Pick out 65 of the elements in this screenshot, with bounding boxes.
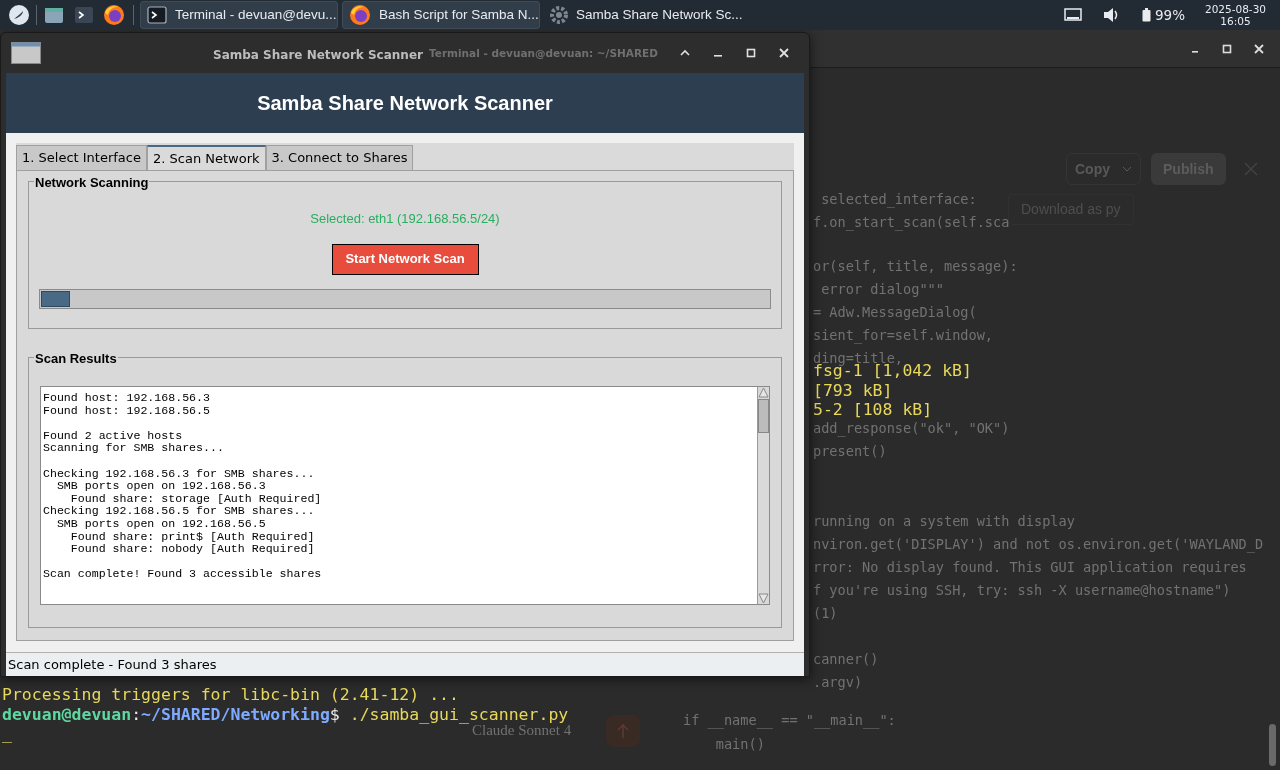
window-title: Samba Share Network Scanner (213, 47, 423, 64)
terminal-icon[interactable] (74, 6, 94, 24)
clock-time[interactable]: 16:05 (1220, 15, 1251, 27)
log-line: Scan complete! Found 3 accessible shares (43, 568, 322, 581)
code-line: sient_for=self.window, (813, 326, 994, 346)
log-line: Found 2 active hosts (43, 429, 183, 443)
scrollbar-thumb[interactable] (758, 399, 769, 433)
terminal-icon (147, 6, 167, 24)
tab[interactable]: 1. Select Interface (16, 145, 147, 170)
terminal-line: devuan@devuan:~/SHARED/Networking$ ./samba_gui_scanner.py (2, 704, 569, 724)
terminal-line: Processing triggers for libc-bin (2.41-12) ... (2, 685, 459, 705)
tab[interactable]: 2. Scan Network (147, 145, 266, 170)
app-title: Samba Share Network Scanner (257, 91, 553, 116)
battery-icon[interactable] (1141, 8, 1151, 22)
volume-icon[interactable] (1101, 7, 1120, 23)
code-line: canner() (813, 650, 879, 669)
code-line: present() (813, 442, 887, 461)
code-line: running on a system with display (813, 512, 1075, 531)
code-line: .argv) (813, 673, 863, 692)
log-line: Found share: nobody [Auth Required] (69, 543, 315, 556)
code-line: or(self, title, message): (813, 257, 1018, 276)
start-scan-button[interactable]: Start Network Scan (331, 243, 479, 275)
code-line: rror: No display found. This GUI application requires (813, 558, 1247, 577)
log-line: Found share: storage [Auth Required] (69, 492, 322, 506)
clock-date[interactable]: 2025-08-30 (1204, 3, 1266, 15)
log-line: Checking 192.168.56.3 for SMB shares... (43, 467, 315, 481)
taskbar-button[interactable]: Bash Script for Samba N... (342, 1, 540, 29)
results-text-area[interactable] (40, 386, 770, 605)
log-line: SMB ports open on 192.168.56.3 (55, 480, 266, 493)
log-line: Scanning for SMB shares... (43, 442, 224, 455)
terminal-cursor: _ (2, 724, 12, 744)
log-line: Found share: print$ [Auth Required] (69, 530, 315, 544)
status-text: Scan complete - Found 3 shares (8, 655, 217, 674)
code-line: = Adw.MessageDialog( (813, 303, 977, 322)
scrollbar-thumb[interactable] (1269, 724, 1276, 766)
gear-icon (550, 6, 568, 24)
terminal-line: [793 kB] (813, 380, 894, 400)
taskbar-button[interactable]: Samba Share Network Sc... (544, 1, 742, 29)
display-icon[interactable] (1063, 8, 1082, 22)
menu-icon[interactable] (8, 4, 30, 26)
code-line: nviron.get('DISPLAY') and not os.environ.get('WAYLAND_D (813, 535, 1264, 555)
window-title: Terminal - devuan@devuan: ~/SHARED (429, 46, 658, 61)
log-line: Found host: 192.168.56.3 (43, 392, 210, 405)
code-line: selected_interface: (820, 190, 977, 210)
code-line: if __name__ == "__main__": (683, 711, 896, 731)
log-line: SMB ports open on 192.168.56.5 (55, 517, 266, 531)
selected-interface-text: Selected: eth1 (192.168.56.5/24) (310, 210, 500, 228)
code-line: add_response("ok", "OK") (813, 419, 1010, 439)
battery-level: 99% (1154, 5, 1185, 25)
code-line: ding=title, (813, 349, 904, 366)
code-line: main() (714, 735, 765, 754)
code-line: (1) (813, 604, 838, 623)
log-line: Checking 192.168.56.5 for SMB shares... (43, 505, 315, 518)
tab[interactable]: 3. Connect to Shares (265, 145, 414, 170)
code-line: f you're using SSH, try: ssh -X username@hostname") (813, 581, 1231, 600)
scrollbar[interactable] (757, 387, 769, 604)
code-line: f.on_start_scan(self.sca (813, 213, 1010, 233)
taskbar-button[interactable]: Terminal - devuan@devu... (140, 1, 338, 29)
folder-icon[interactable] (44, 6, 64, 24)
fox-globe-icon (349, 4, 371, 26)
code-line: error dialog""" (820, 280, 944, 299)
window-app-icon (11, 42, 41, 64)
fox-globe-icon[interactable] (103, 4, 125, 26)
log-line: Found host: 192.168.56.5 (43, 404, 210, 418)
terminal-line: 5-2 [108 kB] (813, 400, 934, 420)
